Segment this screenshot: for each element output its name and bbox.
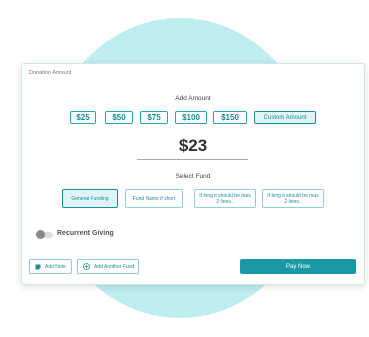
amount-option-50[interactable]: $50 xyxy=(105,111,133,124)
toggle-knob xyxy=(36,230,45,239)
fund-option-general[interactable]: General Funding xyxy=(62,189,118,208)
add-amount-label: Add Amount xyxy=(175,95,211,102)
amount-underline xyxy=(137,159,248,160)
add-note-label: Add Note xyxy=(45,263,66,270)
amount-option-150[interactable]: $150 xyxy=(213,111,247,124)
amount-input[interactable]: $23 xyxy=(22,136,364,156)
fund-option-long-2[interactable]: If long it should be max 2 lines.. xyxy=(262,189,324,208)
fund-option-long-1[interactable]: If long it should be max 2 lines.. xyxy=(194,189,256,208)
donation-card: Donation Amount Add Amount $25 $50 $75 $… xyxy=(21,63,365,285)
custom-amount-button[interactable]: Custom Amount xyxy=(254,111,316,124)
add-another-fund-label: Add Another Fund xyxy=(94,263,135,270)
note-icon xyxy=(35,264,41,270)
amount-option-75[interactable]: $75 xyxy=(140,111,168,124)
add-another-fund-button[interactable]: Add Another Fund xyxy=(77,259,139,274)
fund-option-short[interactable]: Fund Name if short xyxy=(125,189,183,208)
recurrent-giving-toggle[interactable] xyxy=(36,230,53,239)
plus-circle-icon xyxy=(83,263,90,270)
add-note-button[interactable]: Add Note xyxy=(29,259,72,274)
amount-option-100[interactable]: $100 xyxy=(175,111,207,124)
amount-option-25[interactable]: $25 xyxy=(70,111,96,124)
card-title: Donation Amount xyxy=(29,70,72,76)
pay-now-button[interactable]: Pay Now xyxy=(240,259,356,274)
recurrent-giving-label: Recurrent Giving xyxy=(57,230,114,237)
select-fund-label: Select Fund xyxy=(175,173,211,180)
